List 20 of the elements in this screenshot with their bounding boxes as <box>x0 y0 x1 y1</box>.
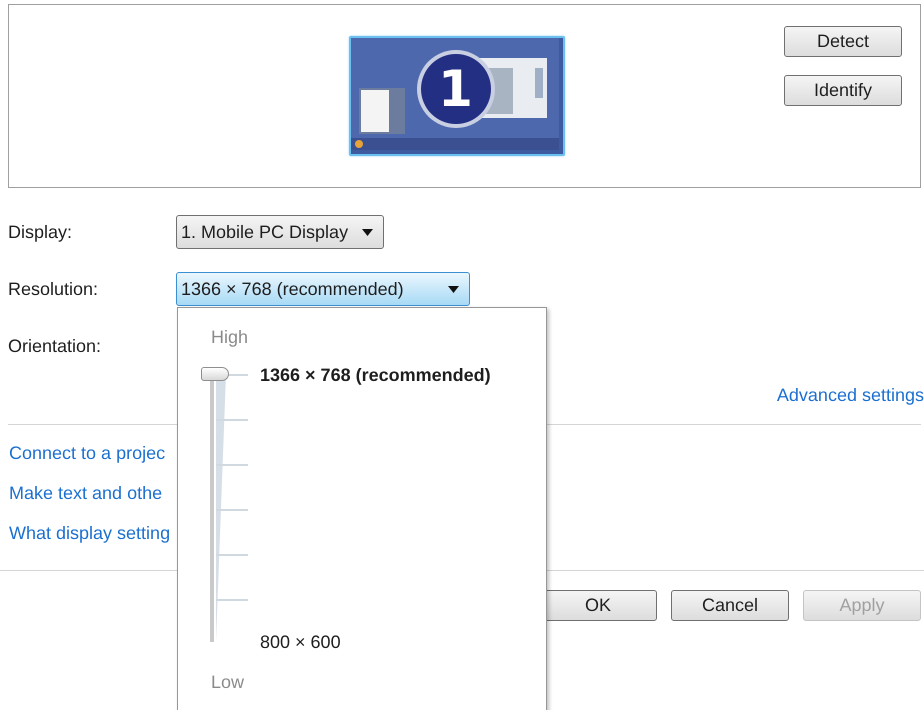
help-link[interactable]: What display setting <box>9 523 170 543</box>
help-link[interactable]: Connect to a projec <box>9 443 166 463</box>
setting-label: Display: <box>8 222 74 242</box>
preview-button[interactable]: Detect <box>784 26 902 57</box>
setting-dropdown[interactable]: 1366 × 768 (recommended) <box>176 272 470 306</box>
high-label: High <box>211 327 248 348</box>
low-label: Low <box>211 672 244 693</box>
help-link[interactable]: Make text and othe <box>9 483 162 503</box>
caret-icon <box>362 228 374 236</box>
advanced-settings-link[interactable]: Advanced settings <box>776 385 924 411</box>
setting-label: Resolution: <box>8 278 100 300</box>
setting-label: Orientation: <box>8 336 102 356</box>
dialog-button[interactable]: Cancel <box>671 590 789 621</box>
caret-icon <box>448 286 459 292</box>
slider-thumb[interactable] <box>201 367 229 381</box>
preview-button[interactable]: Identify <box>784 75 902 106</box>
monitor-tile[interactable]: 1 <box>348 36 564 156</box>
setting-dropdown[interactable]: 1. Mobile PC Display <box>176 215 384 249</box>
resolution-option[interactable]: 800 × 600 <box>260 632 341 653</box>
resolution-option[interactable]: 1366 × 768 (recommended) <box>260 365 491 386</box>
